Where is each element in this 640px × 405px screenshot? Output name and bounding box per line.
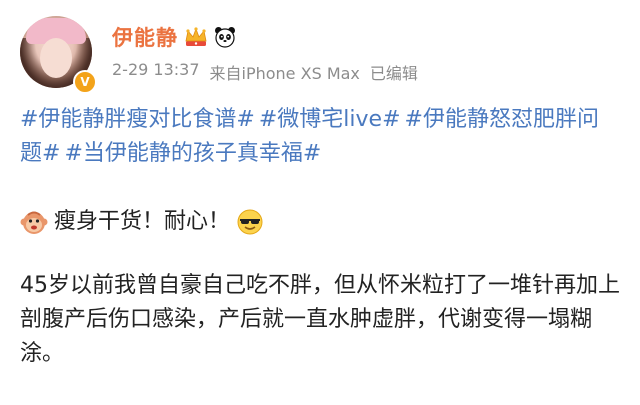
post-source: 来自iPhone XS Max (209, 64, 360, 83)
monkey-emoji-icon (20, 208, 48, 236)
topic-link[interactable]: #当伊能静的孩子真幸福# (64, 141, 321, 166)
avatar-container[interactable]: V (20, 16, 97, 94)
name-row: 伊能静 (112, 22, 236, 52)
dry-goods-line: 瘦身干货！耐心！ (20, 205, 620, 239)
post-timestamp[interactable]: 2-29 13:37 (112, 60, 200, 84)
username[interactable]: 伊能静 (112, 22, 178, 52)
weibo-post: V 伊能静 2-29 13:37 来自iPhone XS Max 已编辑 #伊能… (0, 0, 640, 405)
verified-icon: V (73, 70, 97, 94)
topic-link[interactable]: #微博宅live# (259, 107, 401, 132)
crown-icon[interactable] (184, 27, 208, 47)
dry-goods-text: 瘦身干货！耐心！ (54, 209, 231, 234)
sunglasses-emoji-icon (236, 208, 264, 236)
post-content: #伊能静胖瘦对比食谱# #微博宅live# #伊能静怒怼肥胖问题# #当伊能静的孩子真… (20, 103, 620, 371)
topic-link[interactable]: #伊能静胖瘦对比食谱# (20, 107, 255, 132)
post-meta: 2-29 13:37 来自iPhone XS Max 已编辑 (112, 60, 418, 84)
edited-label[interactable]: 已编辑 (370, 60, 418, 84)
panda-icon[interactable] (214, 26, 236, 48)
post-body-text: 45岁以前我曾自豪自己吃不胖，但从怀米粒打了一堆针再加上剖腹产后伤口感染，产后就… (20, 273, 620, 366)
avatar-face (40, 38, 72, 78)
post-header: V 伊能静 2-29 13:37 来自iPhone XS Max 已编辑 (20, 12, 620, 94)
topic-list: #伊能静胖瘦对比食谱# #微博宅live# #伊能静怒怼肥胖问题# #当伊能静的孩子真… (20, 103, 620, 171)
